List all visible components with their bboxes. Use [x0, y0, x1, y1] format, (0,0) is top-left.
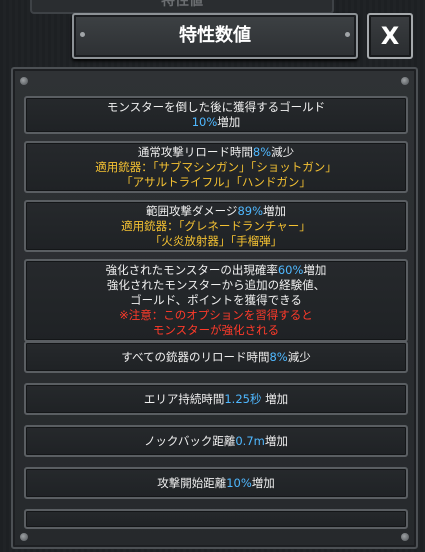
stat-line: 強化されたモンスターから追加の経験値、	[107, 278, 325, 293]
stat-value: 89%	[237, 203, 263, 218]
stat-text: ゴールド、ポイントを獲得できる	[130, 293, 302, 307]
stat-cell-normal-reload: 通常攻撃リロード時間8%減少 適用銃器：「サブマシンガン」「ショットガン」 「アサル…	[24, 141, 408, 193]
stat-text: 増加	[217, 115, 241, 129]
stat-value: 60%	[277, 263, 304, 277]
stat-line: ゴールド、ポイントを獲得できる	[130, 293, 302, 308]
stat-text: ※注意：このオプションを習得すると	[119, 308, 313, 322]
stat-line: 10%増加	[192, 115, 241, 130]
stat-line: すべての銃器のリロード時間8%減少	[121, 350, 310, 365]
stat-text: 増加	[251, 475, 275, 490]
stat-text: 適用銃器：「グレネードランチャー」	[121, 218, 311, 233]
stat-value: 0.7m	[235, 433, 265, 448]
stat-text: 増加	[264, 433, 288, 448]
stat-text: 範囲攻撃ダメージ	[146, 203, 238, 218]
stat-cell-enhanced-monster: 強化されたモンスターの出現確率60%増加 強化されたモンスターから追加の経験値、ゴ…	[24, 259, 408, 342]
stat-cell-area-duration: エリア持続時間1.25秒 増加	[24, 383, 408, 415]
stat-value: 8%	[252, 144, 272, 159]
stat-line: 攻撃開始距離10%増加	[157, 476, 275, 491]
stat-line: ノックバック距離0.7m増加	[144, 434, 288, 449]
stat-line: 通常攻撃リロード時間8%減少	[138, 145, 294, 160]
stats-panel: モンスターを倒した後に獲得するゴールド 10%増加 通常攻撃リロード時間8%減少適…	[11, 67, 418, 549]
stat-text: モンスターを倒した後に獲得するゴールド	[106, 100, 326, 114]
window-title: 特性数値	[179, 25, 251, 46]
stat-line: 範囲攻撃ダメージ89%増加	[146, 204, 286, 219]
stat-text: すべての銃器のリロード時間	[121, 349, 270, 364]
stat-cell-knockback: ノックバック距離0.7m増加	[24, 425, 408, 457]
stat-value: 10%	[226, 475, 252, 490]
close-button[interactable]: X	[367, 13, 413, 59]
stat-cell-empty	[24, 509, 408, 529]
stat-line: 適用銃器：「グレネードランチャー」	[121, 219, 311, 234]
stat-text: 減少	[271, 144, 295, 159]
stat-text: 攻撃開始距離	[157, 475, 227, 490]
stat-line: 「アサルトライフル」「ハンドガン」	[121, 175, 311, 190]
title-plate: 特性数値	[72, 13, 358, 59]
stat-text: 減少	[287, 349, 311, 364]
stat-value: 10%	[191, 115, 218, 129]
screw-icon	[20, 533, 28, 541]
stat-cell-all-reload: すべての銃器のリロード時間8%減少	[24, 341, 408, 373]
stat-line: モンスターが強化される	[153, 323, 279, 338]
background-window-title: 特性値	[30, 0, 334, 14]
stat-text: 「火炎放射器」「手榴弾」	[149, 233, 283, 248]
stat-text: 強化されたモンスターの出現確率	[105, 263, 278, 277]
stat-cell-attack-range: 攻撃開始距離10%増加	[24, 467, 408, 499]
stat-text: 増加	[261, 391, 289, 406]
stat-line: ※注意：このオプションを習得すると	[119, 308, 313, 323]
screw-icon	[401, 533, 409, 541]
stat-text: 適用銃器：「サブマシンガン」「ショットガン」	[95, 159, 337, 174]
stat-cell-gold-bonus: モンスターを倒した後に獲得するゴールド 10%増加	[24, 96, 408, 134]
stat-value: 1.25秒	[224, 391, 262, 406]
stat-text: エリア持続時間	[143, 391, 225, 406]
stat-line: エリア持続時間1.25秒 増加	[144, 392, 288, 407]
stat-line: モンスターを倒した後に獲得するゴールド	[107, 100, 325, 115]
screw-icon	[401, 77, 409, 85]
stat-text: 「アサルトライフル」「ハンドガン」	[121, 174, 311, 189]
stat-cell-area-damage: 範囲攻撃ダメージ89%増加 適用銃器：「グレネードランチャー」 「火炎放射器」「手榴…	[24, 200, 408, 252]
stat-text: 増加	[303, 263, 327, 277]
screw-icon	[20, 77, 28, 85]
stat-line: 「火炎放射器」「手榴弾」	[150, 234, 282, 249]
stat-text: モンスターが強化される	[152, 323, 280, 337]
stat-text: 増加	[263, 203, 286, 218]
stat-line: 適用銃器：「サブマシンガン」「ショットガン」	[95, 160, 337, 175]
stat-text: 強化されたモンスターから追加の経験値、	[106, 278, 326, 292]
stat-value: 8%	[269, 349, 288, 364]
stat-text: ノックバック距離	[144, 433, 236, 448]
stat-line: 強化されたモンスターの出現確率60%増加	[106, 263, 327, 278]
stat-text: 通常攻撃リロード時間	[137, 144, 253, 159]
